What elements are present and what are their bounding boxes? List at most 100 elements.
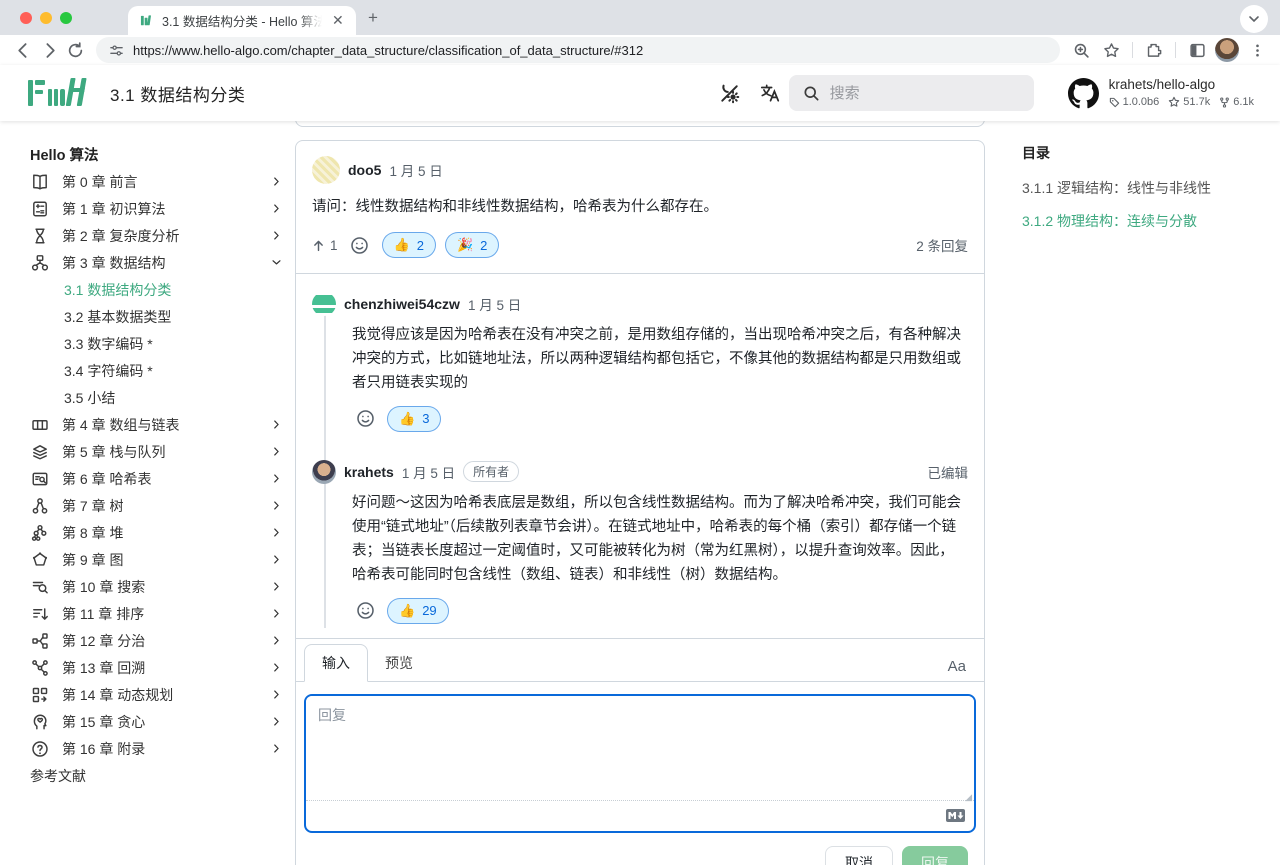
chevron-right-icon[interactable] bbox=[271, 554, 282, 565]
back-button[interactable] bbox=[10, 37, 36, 63]
sidebar-item-label: 第 16 章 附录 bbox=[62, 739, 259, 759]
extensions-icon[interactable] bbox=[1141, 37, 1167, 63]
sidebar-item-label: 第 8 章 堆 bbox=[62, 523, 259, 543]
tab-search-button[interactable] bbox=[1240, 5, 1268, 33]
tab-write[interactable]: 输入 bbox=[304, 644, 368, 682]
sidebar-item[interactable]: 第 15 章 贪心 bbox=[30, 708, 282, 735]
sidebar-subitem[interactable]: 3.2 基本数据类型 bbox=[30, 303, 282, 330]
chevron-right-icon[interactable] bbox=[271, 176, 282, 187]
side-panel-icon[interactable] bbox=[1184, 37, 1210, 63]
window-controls[interactable] bbox=[20, 12, 72, 24]
sidebar-item-label: 第 4 章 数组与链表 bbox=[62, 415, 259, 435]
reply-textarea[interactable] bbox=[306, 696, 974, 800]
reply-author[interactable]: krahets bbox=[344, 464, 394, 480]
sidebar-item[interactable]: 第 3 章 数据结构 bbox=[30, 249, 282, 276]
avatar[interactable] bbox=[312, 292, 336, 316]
translate-icon[interactable] bbox=[757, 80, 783, 106]
chevron-right-icon[interactable] bbox=[271, 743, 282, 754]
browser-tab[interactable]: 3.1 数据结构分类 - Hello 算法 ✕ bbox=[128, 6, 356, 35]
reply-author[interactable]: chenzhiwei54czw bbox=[344, 296, 460, 312]
search-input[interactable] bbox=[830, 85, 990, 102]
new-tab-button[interactable]: + bbox=[368, 8, 378, 28]
format-toolbar-button[interactable]: Aa bbox=[946, 652, 968, 681]
sidebar-item[interactable]: 第 0 章 前言 bbox=[30, 168, 282, 195]
reaction-pill[interactable]: 👍3 bbox=[387, 406, 441, 432]
menu-kebab-icon[interactable] bbox=[1244, 37, 1270, 63]
site-settings-icon[interactable] bbox=[109, 43, 124, 58]
sidebar-item[interactable]: 第 5 章 栈与队列 bbox=[30, 438, 282, 465]
sidebar-subitem[interactable]: 3.3 数字编码 * bbox=[30, 330, 282, 357]
reaction-count: 29 bbox=[422, 603, 436, 618]
chevron-right-icon[interactable] bbox=[271, 527, 282, 538]
sidebar-item[interactable]: 第 8 章 堆 bbox=[30, 519, 282, 546]
profile-avatar[interactable] bbox=[1214, 37, 1240, 63]
comment-author[interactable]: doo5 bbox=[348, 162, 381, 178]
add-reaction-button[interactable] bbox=[347, 232, 373, 258]
reaction-pill[interactable]: 👍2 bbox=[382, 232, 436, 258]
chevron-right-icon[interactable] bbox=[271, 608, 282, 619]
toc-item[interactable]: 3.1.2 物理结构：连续与分散 bbox=[1022, 212, 1267, 232]
reload-button[interactable] bbox=[62, 37, 88, 63]
avatar[interactable] bbox=[312, 460, 336, 484]
sidebar-item[interactable]: 第 1 章 初识算法 bbox=[30, 195, 282, 222]
sidebar-item[interactable]: 第 4 章 数组与链表 bbox=[30, 411, 282, 438]
sidebar-item-label: 第 0 章 前言 bbox=[62, 172, 259, 192]
sidebar-item[interactable]: 第 14 章 动态规划 bbox=[30, 681, 282, 708]
chevron-right-icon[interactable] bbox=[271, 473, 282, 484]
reply-date[interactable]: 1 月 5 日 bbox=[402, 462, 455, 482]
tab-preview[interactable]: 预览 bbox=[368, 645, 430, 681]
sidebar-item[interactable]: 参考文献 bbox=[30, 762, 282, 789]
sidebar-item[interactable]: 第 6 章 哈希表 bbox=[30, 465, 282, 492]
reply-date[interactable]: 1 月 5 日 bbox=[468, 294, 521, 314]
bookmark-star-icon[interactable] bbox=[1098, 37, 1124, 63]
comment-date[interactable]: 1 月 5 日 bbox=[389, 160, 442, 180]
forward-button[interactable] bbox=[36, 37, 62, 63]
upvote-button[interactable]: 1 bbox=[312, 238, 338, 253]
smiley-icon bbox=[356, 409, 375, 428]
sidebar-item[interactable]: 第 12 章 分治 bbox=[30, 627, 282, 654]
add-reaction-button[interactable] bbox=[352, 598, 378, 624]
sidebar-item[interactable]: 第 16 章 附录 bbox=[30, 735, 282, 762]
chevron-right-icon[interactable] bbox=[271, 689, 282, 700]
search-box[interactable] bbox=[789, 75, 1034, 111]
sidebar-subitem[interactable]: 3.4 字符编码 * bbox=[30, 357, 282, 384]
toolbar-divider bbox=[1132, 42, 1133, 58]
github-repo-link[interactable]: krahets/hello-algo 1.0.0b6 51.7k 6.1k bbox=[1068, 77, 1254, 110]
chevron-right-icon[interactable] bbox=[271, 581, 282, 592]
chevron-right-icon[interactable] bbox=[271, 419, 282, 430]
add-reaction-button[interactable] bbox=[352, 406, 378, 432]
chevron-right-icon[interactable] bbox=[271, 662, 282, 673]
zoom-icon[interactable] bbox=[1068, 37, 1094, 63]
chevron-down-icon[interactable] bbox=[271, 257, 282, 268]
sidebar-item[interactable]: 第 11 章 排序 bbox=[30, 600, 282, 627]
sidebar-subitem[interactable]: 3.5 小结 bbox=[30, 384, 282, 411]
sidebar-item-label: 3.5 小结 bbox=[64, 388, 282, 408]
reply-submit-button[interactable]: 回复 bbox=[902, 846, 968, 865]
sidebar-item[interactable]: 第 7 章 树 bbox=[30, 492, 282, 519]
theme-toggle-icon[interactable] bbox=[717, 80, 743, 106]
chevron-right-icon[interactable] bbox=[271, 635, 282, 646]
minimize-window-button[interactable] bbox=[40, 12, 52, 24]
sidebar-item[interactable]: 第 10 章 搜索 bbox=[30, 573, 282, 600]
chevron-right-icon[interactable] bbox=[271, 230, 282, 241]
reaction-pill[interactable]: 🎉2 bbox=[445, 232, 499, 258]
hello-algo-logo[interactable] bbox=[26, 76, 88, 110]
chevron-right-icon[interactable] bbox=[271, 716, 282, 727]
resize-handle-icon[interactable]: ◢ bbox=[965, 792, 972, 803]
sidebar-item[interactable]: 第 9 章 图 bbox=[30, 546, 282, 573]
maximize-window-button[interactable] bbox=[60, 12, 72, 24]
close-window-button[interactable] bbox=[20, 12, 32, 24]
chevron-right-icon[interactable] bbox=[271, 446, 282, 457]
chevron-right-icon[interactable] bbox=[271, 500, 282, 511]
markdown-icon[interactable] bbox=[946, 809, 965, 822]
sidebar-subitem[interactable]: 3.1 数据结构分类 bbox=[30, 276, 282, 303]
sidebar-item[interactable]: 第 2 章 复杂度分析 bbox=[30, 222, 282, 249]
cancel-button[interactable]: 取消 bbox=[825, 846, 893, 865]
url-bar[interactable]: https://www.hello-algo.com/chapter_data_… bbox=[96, 37, 1060, 63]
sidebar-item[interactable]: 第 13 章 回溯 bbox=[30, 654, 282, 681]
tab-close-icon[interactable]: ✕ bbox=[329, 12, 347, 29]
chevron-right-icon[interactable] bbox=[271, 203, 282, 214]
toc-item[interactable]: 3.1.1 逻辑结构：线性与非线性 bbox=[1022, 179, 1267, 199]
reaction-pill[interactable]: 👍29 bbox=[387, 598, 449, 624]
avatar[interactable] bbox=[312, 156, 340, 184]
